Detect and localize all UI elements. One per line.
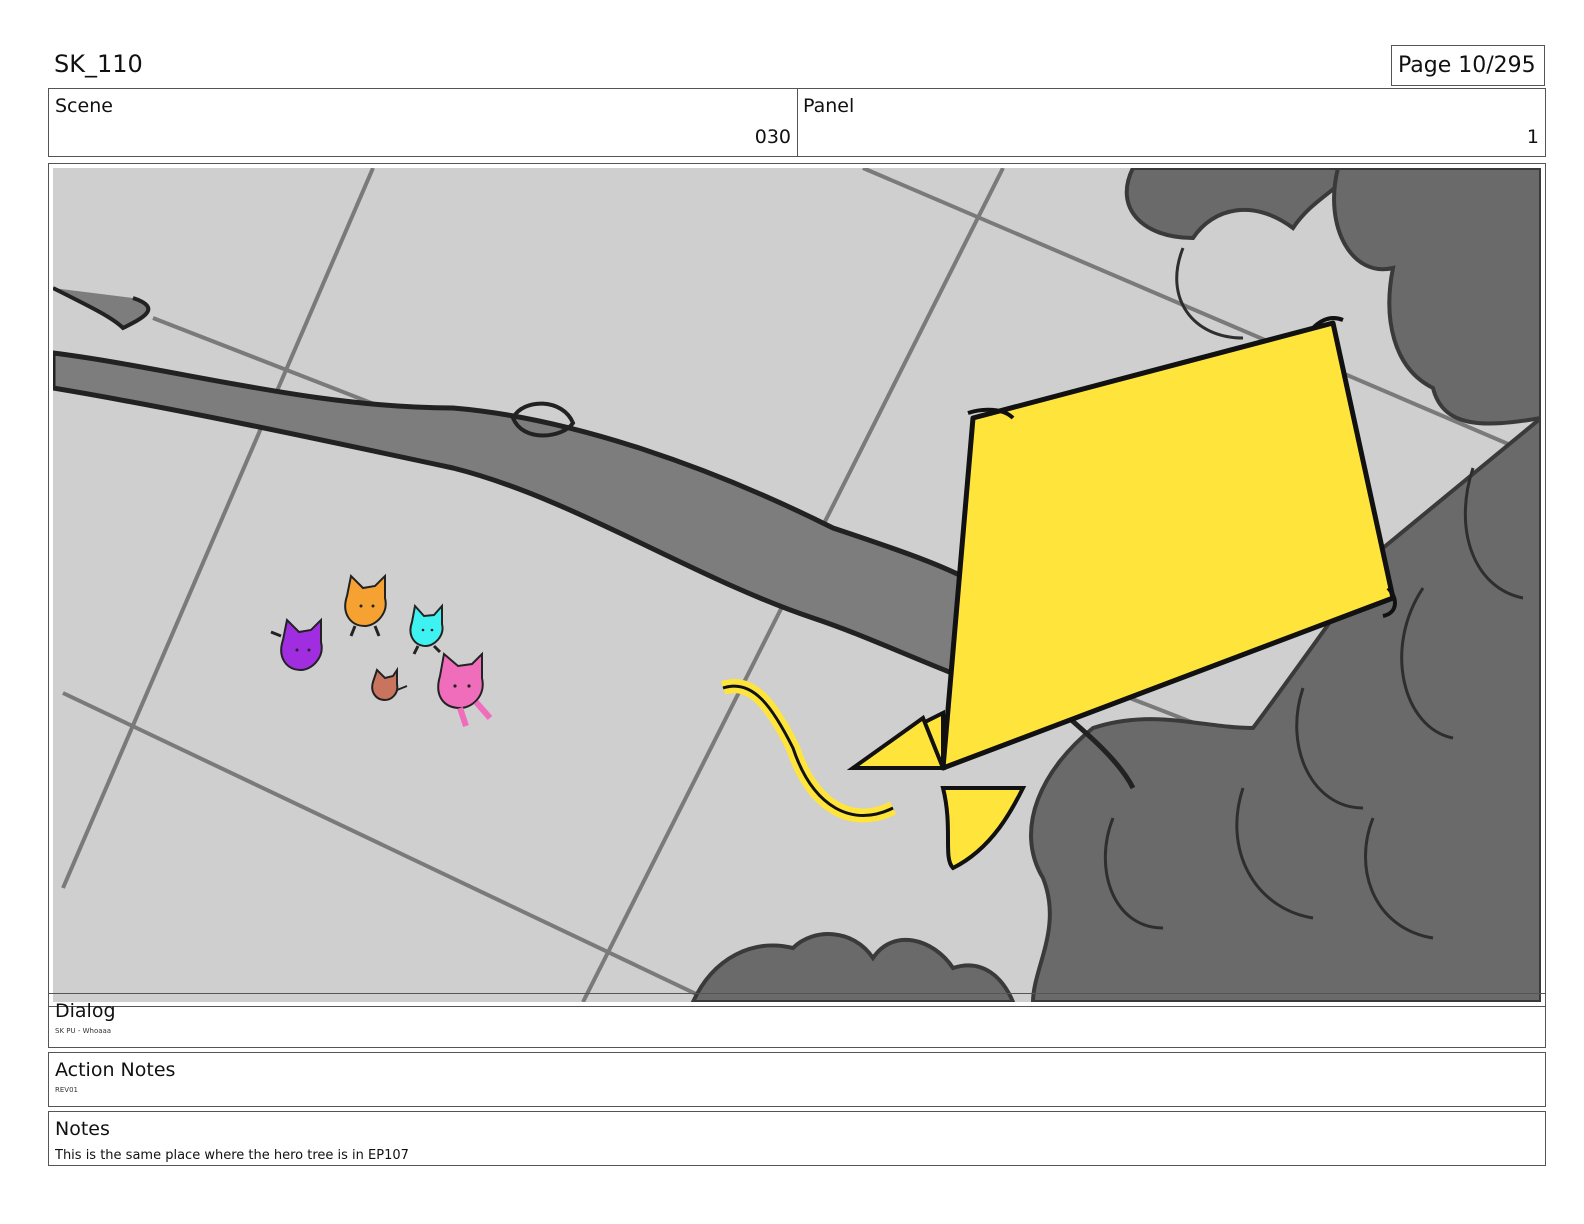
- scene-cell: Scene 030: [49, 89, 798, 156]
- scene-label: Scene: [55, 95, 113, 117]
- sheet-code: SK_110: [54, 50, 143, 78]
- action-notes-label: Action Notes: [55, 1059, 176, 1081]
- scene-panel-header: Scene 030 Panel 1: [48, 88, 1546, 157]
- notes-label: Notes: [55, 1118, 110, 1140]
- panel-number: 1: [1526, 126, 1539, 148]
- dialog-box: Dialog SK PU - Whoaaa: [48, 993, 1546, 1048]
- page-indicator: Page 10/295: [1391, 45, 1545, 86]
- dialog-label: Dialog: [55, 1000, 116, 1022]
- action-notes-box: Action Notes REV01: [48, 1052, 1546, 1107]
- panel-cell: Panel 1: [797, 89, 1545, 156]
- action-notes-text: REV01: [55, 1086, 78, 1094]
- panel-label: Panel: [803, 95, 855, 117]
- dialog-text: SK PU - Whoaaa: [55, 1027, 112, 1035]
- notes-text: This is the same place where the hero tr…: [55, 1148, 409, 1163]
- storyboard-drawing: [53, 168, 1541, 1002]
- scene-number: 030: [754, 126, 791, 148]
- notes-box: Notes This is the same place where the h…: [48, 1111, 1546, 1166]
- storyboard-frame: [48, 163, 1546, 1007]
